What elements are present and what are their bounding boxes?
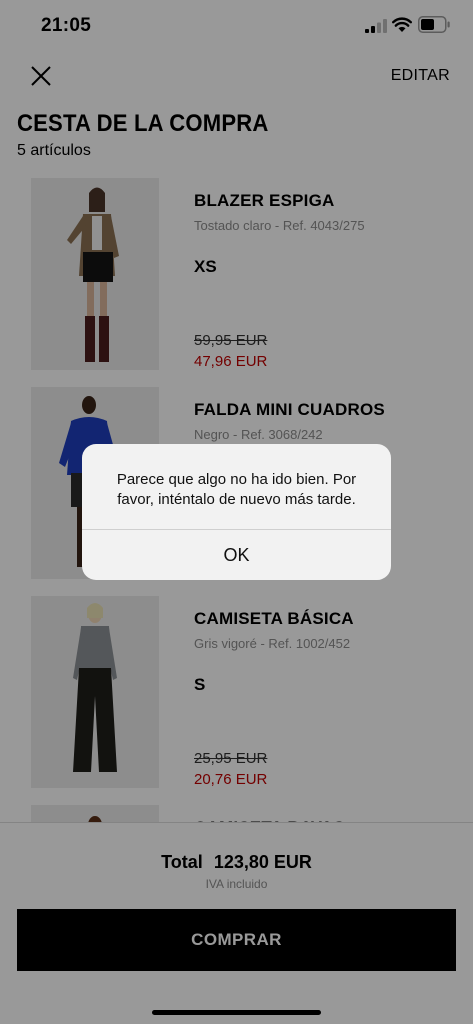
alert-message: Parece que algo no ha ido bien. Por favo…	[116, 471, 357, 508]
alert-ok-button[interactable]: OK	[82, 530, 391, 580]
error-alert-dialog: Parece que algo no ha ido bien. Por favo…	[82, 444, 391, 580]
